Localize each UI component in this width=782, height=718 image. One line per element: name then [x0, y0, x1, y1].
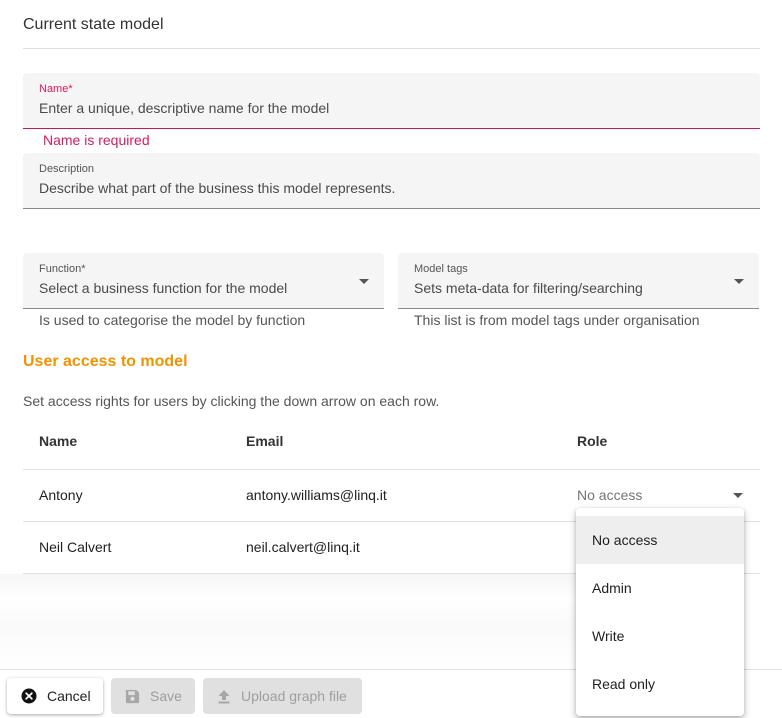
title-divider	[23, 48, 760, 49]
menu-item-admin[interactable]: Admin	[576, 564, 744, 612]
save-button[interactable]: Save	[111, 678, 195, 714]
column-header-role: Role	[577, 433, 608, 449]
menu-item-write[interactable]: Write	[576, 612, 744, 660]
column-header-email: Email	[246, 433, 284, 449]
user-access-description: Set access rights for users by clicking …	[23, 393, 440, 409]
description-field-placeholder: Describe what part of the business this …	[39, 180, 396, 196]
name-field-placeholder: Enter a unique, descriptive name for the…	[39, 100, 330, 116]
row-email: antony.williams@linq.it	[246, 487, 387, 503]
row-email: neil.calvert@linq.it	[246, 539, 360, 555]
name-field-label: Name*	[39, 83, 73, 95]
column-header-name: Name	[39, 433, 78, 449]
cancel-button-label: Cancel	[47, 688, 91, 704]
caret-down-icon[interactable]	[733, 493, 743, 498]
upload-graph-file-button[interactable]: Upload graph file	[203, 678, 362, 714]
save-button-label: Save	[150, 688, 182, 704]
function-hint: Is used to categorise the model by funct…	[39, 312, 306, 328]
cancel-button[interactable]: Cancel	[7, 678, 103, 714]
description-field[interactable]: Description Describe what part of the bu…	[23, 153, 760, 209]
name-field[interactable]: Name* Enter a unique, descriptive name f…	[23, 73, 760, 129]
page-title: Current state model	[23, 16, 164, 33]
function-select[interactable]: Function* Select a business function for…	[23, 253, 384, 309]
caret-down-icon	[734, 279, 744, 284]
menu-item-read-only[interactable]: Read only	[576, 660, 744, 708]
obscured-rows-area	[0, 574, 576, 669]
row-name: Antony	[39, 487, 83, 503]
header-divider	[23, 469, 760, 470]
model-tags-select[interactable]: Model tags Sets meta-data for filtering/…	[398, 253, 759, 309]
function-select-label: Function*	[39, 263, 86, 275]
model-tags-hint: This list is from model tags under organ…	[414, 312, 700, 328]
name-error-message: Name is required	[43, 132, 150, 148]
description-field-label: Description	[39, 163, 95, 175]
role-dropdown-menu: No access Admin Write Read only	[576, 508, 744, 716]
upload-button-label: Upload graph file	[241, 688, 347, 704]
menu-item-no-access[interactable]: No access	[576, 516, 744, 564]
floppy-disk-icon	[125, 689, 140, 703]
row-name: Neil Calvert	[39, 539, 112, 555]
user-access-heading: User access to model	[23, 353, 188, 370]
caret-down-icon	[359, 279, 369, 284]
model-tags-label: Model tags	[414, 263, 468, 275]
row-role-select[interactable]: No access	[577, 487, 642, 503]
model-tags-placeholder: Sets meta-data for filtering/searching	[414, 280, 643, 296]
upload-icon	[218, 689, 230, 703]
close-circle-icon	[21, 688, 37, 704]
function-select-placeholder: Select a business function for the model	[39, 280, 288, 296]
